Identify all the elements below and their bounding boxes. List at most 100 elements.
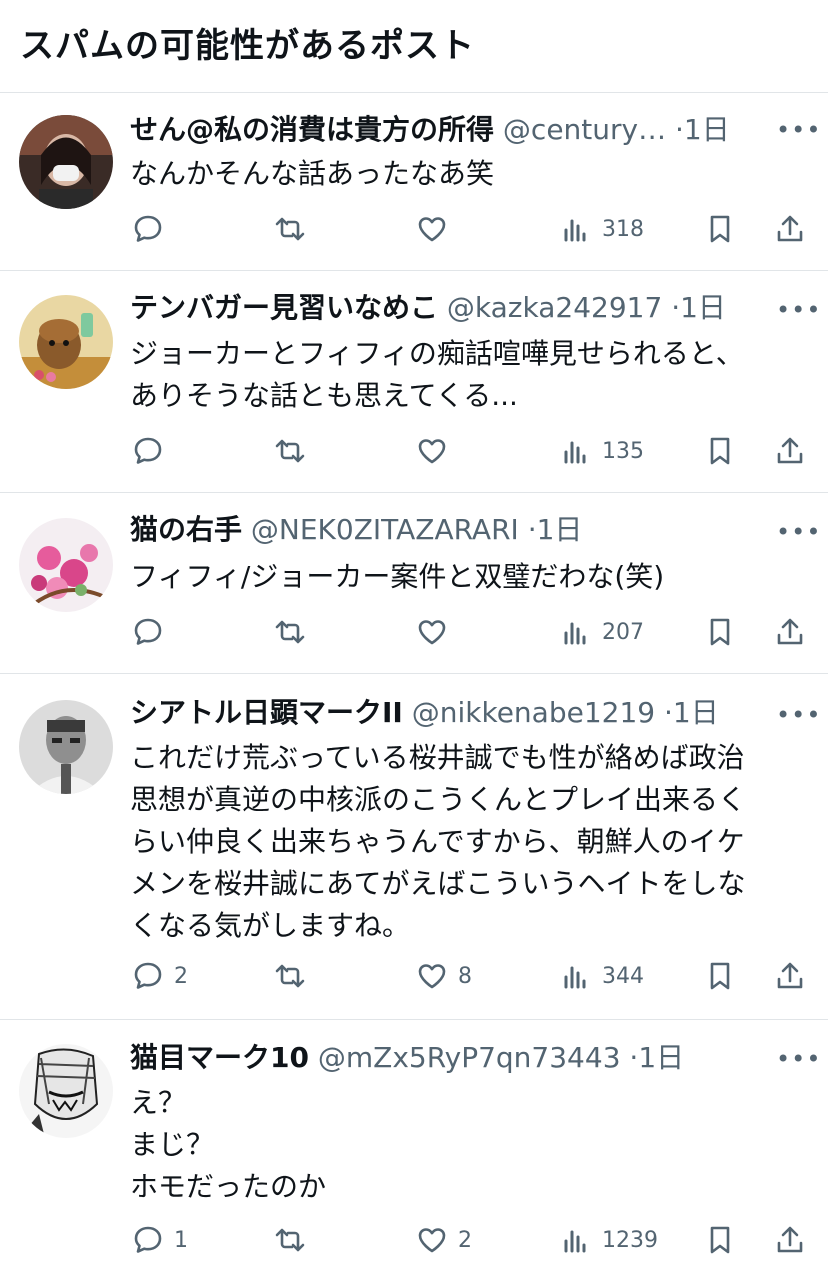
more-dots-icon[interactable]: •••	[776, 298, 820, 322]
like-button[interactable]: 8	[416, 956, 472, 996]
reply-bubble-icon	[134, 618, 162, 645]
avatar[interactable]	[19, 1044, 113, 1138]
avatar[interactable]	[19, 518, 113, 612]
author-handle[interactable]: @NEK0ZITAZARARI	[251, 513, 519, 546]
post-time[interactable]: ·1日	[675, 113, 730, 146]
post-text-line: え？	[130, 1086, 187, 1119]
author-handle[interactable]: @mZx5RyP7qn73443	[318, 1041, 621, 1074]
post-time[interactable]: ·1日	[664, 696, 719, 729]
like-button[interactable]: 2	[416, 1220, 472, 1260]
retweet-button[interactable]	[274, 431, 306, 471]
retweet-icon	[275, 620, 305, 644]
view-count: 318	[602, 216, 644, 242]
retweet-button[interactable]	[274, 1220, 306, 1260]
bookmark-button[interactable]	[704, 956, 736, 996]
post-0[interactable]: せん@私の消費は貴方の所得 @century… ·1日 ••• なんかそんな話あ…	[0, 93, 828, 270]
author-name[interactable]: 猫の右手	[130, 513, 242, 546]
reply-button[interactable]: 2	[132, 956, 188, 996]
reply-button[interactable]: 1	[132, 1220, 188, 1260]
reply-bubble-icon	[134, 962, 162, 989]
post-1[interactable]: テンバガー見習いなめこ @kazka242917 ·1日 ••• ジョーカーとフ…	[0, 271, 828, 492]
reply-button[interactable]	[132, 431, 174, 471]
bookmark-button[interactable]	[704, 431, 736, 471]
retweet-icon	[275, 217, 305, 241]
post-text-line: フィフィ/ジョーカー案件と双璧だわな(笑)	[130, 560, 665, 593]
page-title: スパムの可能性があるポスト	[20, 26, 475, 66]
post-meta: せん@私の消費は貴方の所得 @century… ·1日	[130, 112, 768, 148]
author-name[interactable]: テンバガー見習いなめこ	[130, 291, 438, 324]
retweet-button[interactable]	[274, 209, 306, 249]
post-time[interactable]: ·1日	[629, 1041, 684, 1074]
post-text-line: これだけ荒ぶっている桜井誠でも性が絡めば政治	[130, 741, 745, 774]
more-dots-icon[interactable]: •••	[776, 118, 820, 142]
like-count: 8	[458, 963, 472, 989]
view-count: 344	[602, 963, 644, 989]
author-handle[interactable]: @kazka242917	[447, 291, 662, 324]
views-button[interactable]: 1239	[560, 1220, 658, 1260]
avatar[interactable]	[19, 115, 113, 209]
retweet-icon	[275, 439, 305, 463]
retweet-button[interactable]	[274, 956, 306, 996]
share-button[interactable]	[774, 1220, 806, 1260]
page-header: スパムの可能性があるポスト	[0, 0, 828, 92]
reply-bubble-icon	[134, 437, 162, 464]
post-meta: シアトル日顕マークII @nikkenabe1219 ·1日	[130, 695, 768, 731]
share-button[interactable]	[774, 612, 806, 652]
bookmark-button[interactable]	[704, 1220, 736, 1260]
bookmark-icon	[710, 618, 730, 646]
share-upload-icon	[777, 962, 803, 989]
share-button[interactable]	[774, 956, 806, 996]
post-meta: 猫の右手 @NEK0ZITAZARARI ·1日	[130, 512, 768, 548]
views-button[interactable]: 207	[560, 612, 644, 652]
post-3[interactable]: シアトル日顕マークII @nikkenabe1219 ·1日 ••• これだけ荒…	[0, 674, 828, 1019]
post-meta: テンバガー見習いなめこ @kazka242917 ·1日	[130, 290, 768, 326]
post-2[interactable]: 猫の右手 @NEK0ZITAZARARI ·1日 ••• フィフィ/ジョーカー案…	[0, 493, 828, 673]
views-bar-icon	[564, 622, 586, 645]
views-button[interactable]: 344	[560, 956, 644, 996]
post-4[interactable]: 猫目マーク10 @mZx5RyP7qn73443 ·1日 ••• え？ まじ？ …	[0, 1020, 828, 1278]
action-bar: 1 2 1239	[130, 1220, 810, 1260]
author-handle[interactable]: @nikkenabe1219	[412, 696, 655, 729]
bookmark-button[interactable]	[704, 209, 736, 249]
more-dots-icon[interactable]: •••	[776, 520, 820, 544]
retweet-icon	[275, 964, 305, 988]
retweet-button[interactable]	[274, 612, 306, 652]
action-bar: 207	[130, 612, 810, 652]
like-count: 2	[458, 1227, 472, 1253]
post-meta: 猫目マーク10 @mZx5RyP7qn73443 ·1日	[130, 1040, 768, 1076]
bookmark-icon	[710, 1226, 730, 1254]
post-text-line: まじ？	[130, 1128, 215, 1161]
reply-button[interactable]	[132, 612, 174, 652]
share-upload-icon	[777, 618, 803, 645]
view-count: 1239	[602, 1227, 658, 1253]
reply-button[interactable]	[132, 209, 174, 249]
author-name[interactable]: シアトル日顕マークII	[130, 696, 403, 729]
share-upload-icon	[777, 215, 803, 242]
more-dots-icon[interactable]: •••	[776, 703, 820, 727]
views-button[interactable]: 135	[560, 431, 644, 471]
author-name[interactable]: 猫目マーク10	[130, 1041, 309, 1074]
like-button[interactable]	[416, 612, 458, 652]
author-handle[interactable]: @century…	[503, 113, 666, 146]
author-name[interactable]: せん@私の消費は貴方の所得	[130, 113, 494, 146]
post-time[interactable]: ·1日	[528, 513, 583, 546]
more-dots-icon[interactable]: •••	[776, 1047, 820, 1071]
avatar[interactable]	[19, 295, 113, 389]
post-time[interactable]: ·1日	[671, 291, 726, 324]
post-text: これだけ荒ぶっている桜井誠でも性が絡めば政治 思想が真逆の中核派のこうくんとプレ…	[130, 737, 800, 947]
like-button[interactable]	[416, 209, 458, 249]
action-bar: 2 8 344	[130, 956, 810, 996]
share-button[interactable]	[774, 431, 806, 471]
action-bar: 135	[130, 431, 810, 471]
bookmark-button[interactable]	[704, 612, 736, 652]
heart-icon	[418, 439, 446, 464]
reply-bubble-icon	[134, 215, 162, 242]
heart-icon	[418, 1228, 446, 1253]
post-text-line: らい仲良く出来ちゃうんですから、朝鮮人のイケ	[130, 825, 745, 858]
bookmark-icon	[710, 962, 730, 990]
share-button[interactable]	[774, 209, 806, 249]
views-button[interactable]: 318	[560, 209, 644, 249]
post-text-line: なんかそんな話あったなあ笑	[130, 157, 495, 190]
avatar[interactable]	[19, 700, 113, 794]
like-button[interactable]	[416, 431, 458, 471]
